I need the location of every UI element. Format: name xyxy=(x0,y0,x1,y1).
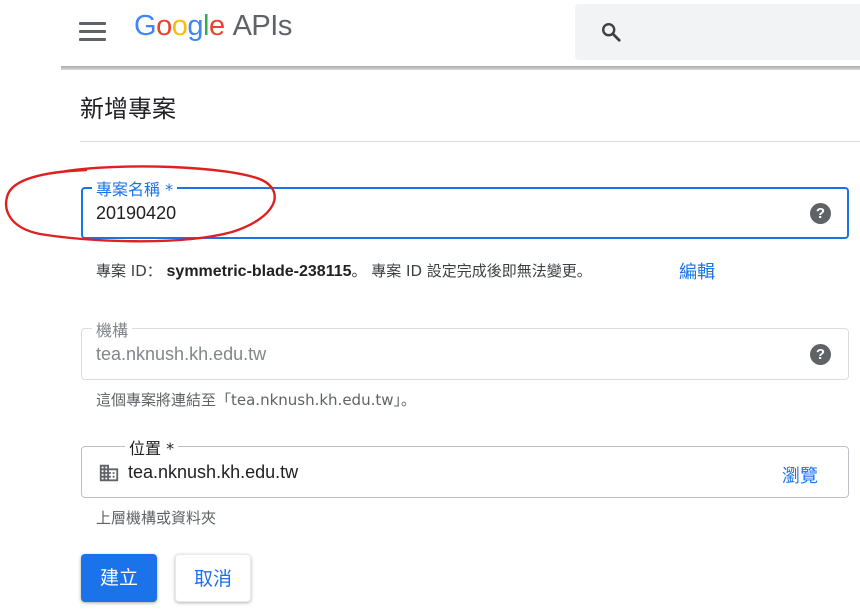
help-icon[interactable]: ? xyxy=(810,344,831,365)
help-icon[interactable]: ? xyxy=(810,203,831,224)
divider xyxy=(80,141,860,142)
project-name-label: 專案名稱 * xyxy=(92,176,178,200)
hamburger-menu-icon[interactable] xyxy=(79,22,107,42)
browse-button[interactable]: 瀏覽 xyxy=(782,462,818,488)
logo-letter: e xyxy=(208,10,225,42)
project-name-input[interactable] xyxy=(81,187,849,239)
building-icon xyxy=(99,464,119,482)
project-name-value[interactable]: 20190420 xyxy=(96,203,176,224)
organization-label: 機構 xyxy=(92,317,133,341)
project-id-suffix: 。 專案 ID 設定完成後即無法變更。 xyxy=(351,262,592,280)
edit-project-id-link[interactable]: 編輯 xyxy=(679,258,715,284)
organization-value: tea.nknush.kh.edu.tw xyxy=(96,344,267,364)
google-apis-logo[interactable]: Google APIs xyxy=(134,10,292,43)
logo-apis-text: APIs xyxy=(232,10,293,42)
location-hint: 上層機構或資料夾 xyxy=(96,509,217,527)
location-label: 位置 * xyxy=(125,435,179,459)
project-id-value: symmetric-blade-238115 xyxy=(166,263,352,280)
logo-letter: o xyxy=(171,10,188,42)
project-id-hint: 專案 ID： symmetric-blade-238115。 專案 ID 設定完… xyxy=(96,260,592,281)
create-button[interactable]: 建立 xyxy=(81,554,157,602)
organization-hint: 這個專案將連結至「tea.nknush.kh.edu.tw」。 xyxy=(96,391,417,409)
project-id-prefix: 專案 ID： xyxy=(96,262,167,280)
logo-letter: g xyxy=(187,10,203,42)
top-header: Google APIs xyxy=(0,0,860,67)
cancel-button[interactable]: 取消 xyxy=(175,554,251,602)
search-icon[interactable] xyxy=(600,21,622,43)
header-shadow xyxy=(61,66,860,70)
location-value: tea.nknush.kh.edu.tw xyxy=(128,462,299,482)
logo-letter: G xyxy=(134,10,157,42)
logo-letter: o xyxy=(156,10,172,42)
page-title: 新增專案 xyxy=(80,95,176,123)
